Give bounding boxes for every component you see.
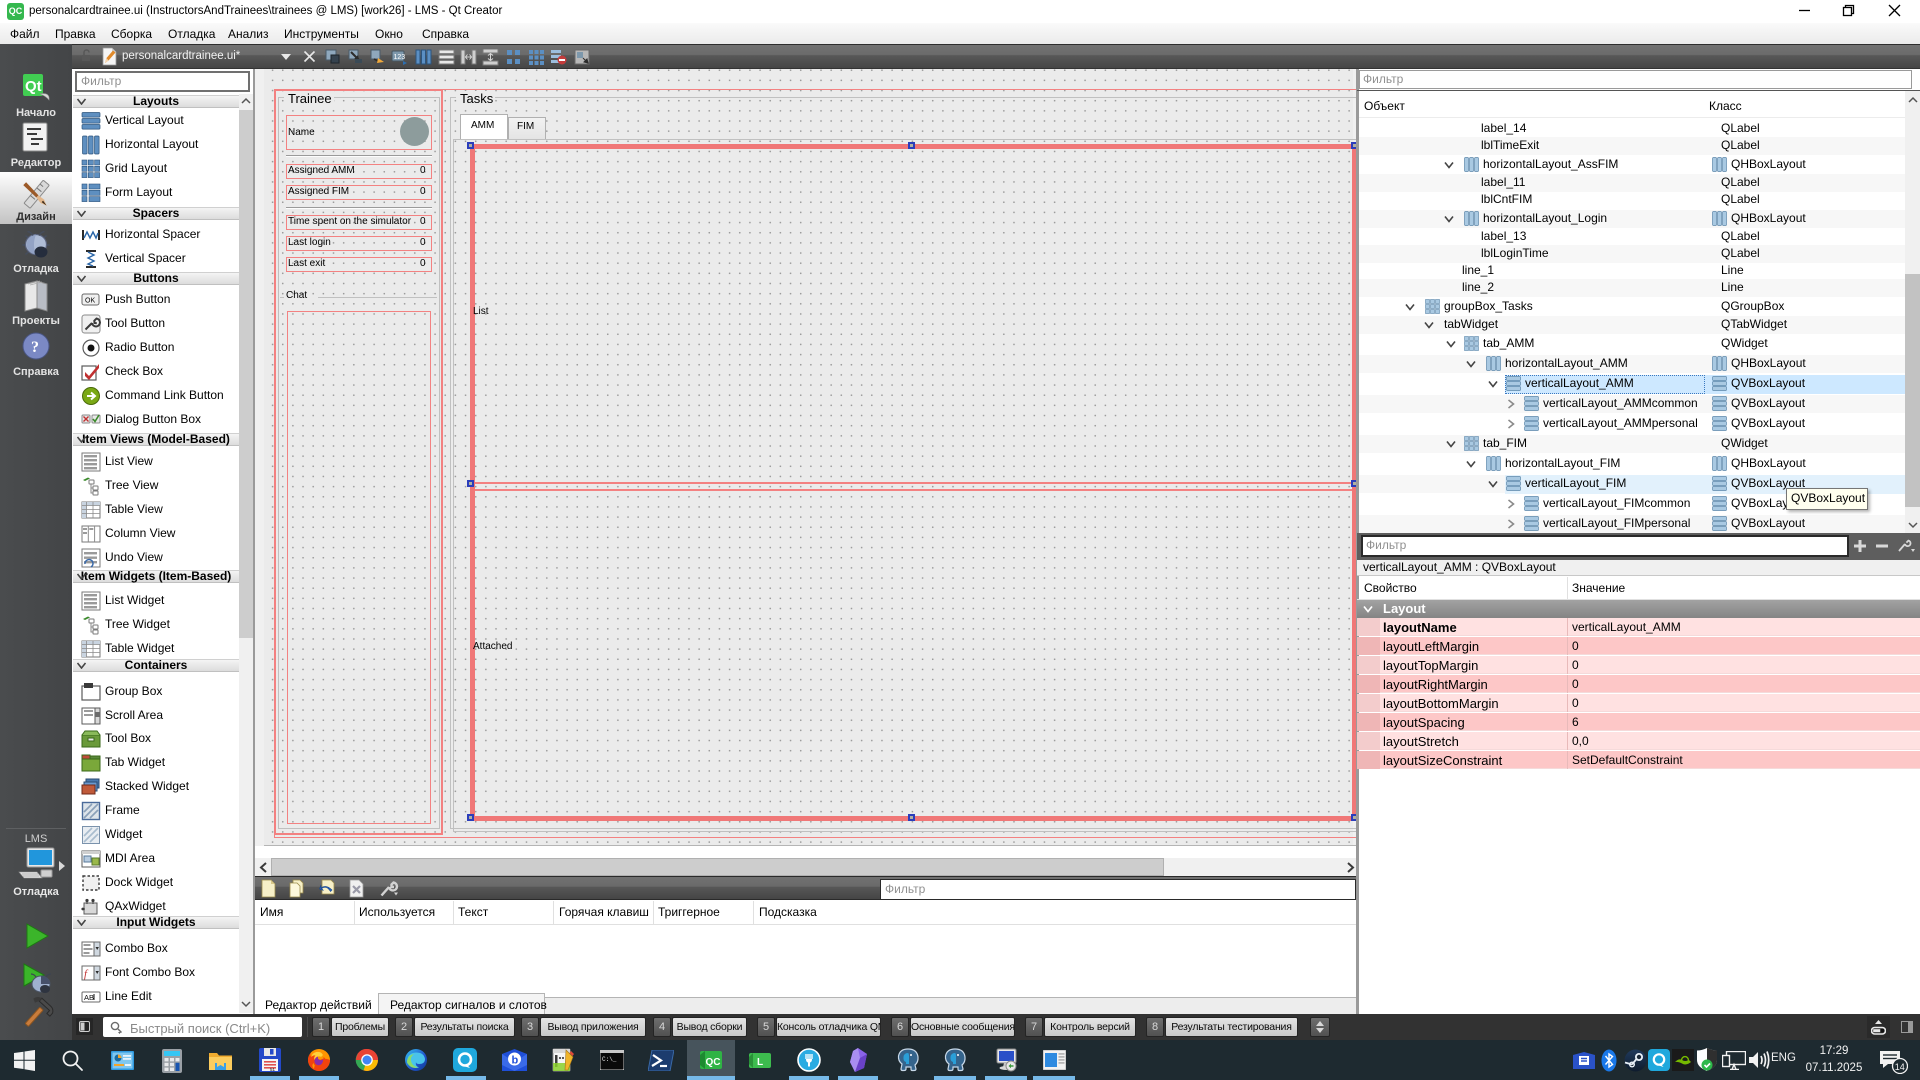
svg-text:?: ? xyxy=(31,339,39,356)
svg-text:51: 51 xyxy=(270,1067,276,1072)
svg-text:L: L xyxy=(757,1057,763,1068)
svg-text:Qt: Qt xyxy=(25,78,42,95)
svg-text:14: 14 xyxy=(1895,1062,1905,1072)
svg-text:AB: AB xyxy=(84,993,94,1002)
svg-text:123: 123 xyxy=(394,54,406,61)
svg-text:QC: QC xyxy=(706,1057,721,1068)
svg-text:b: b xyxy=(512,1055,519,1067)
svg-text:OK: OK xyxy=(85,298,95,305)
svg-text:C:\_: C:\_ xyxy=(602,1056,617,1063)
